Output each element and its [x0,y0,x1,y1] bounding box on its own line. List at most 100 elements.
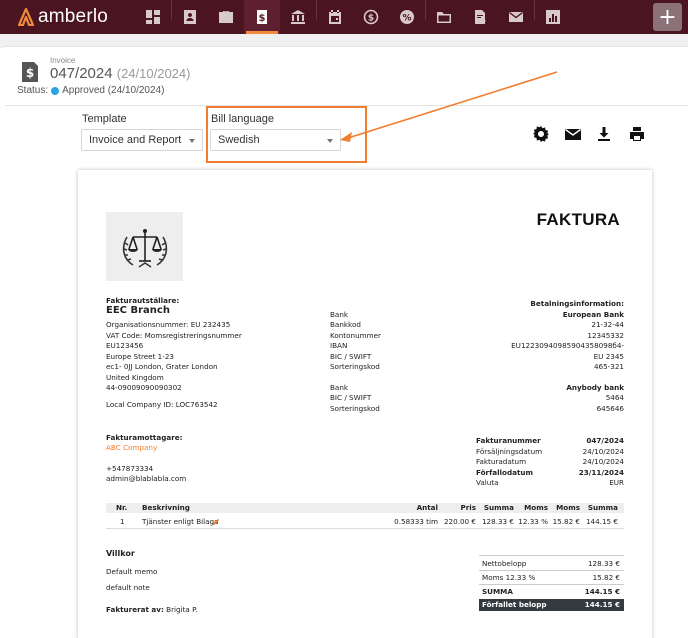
bank-label: Kontonummer [330,331,382,340]
seller-line: Local Company ID: LOC763542 [106,400,218,409]
folder-icon [437,12,451,23]
edit-pencil-icon[interactable] [212,518,220,526]
seller-line: Europe Street 1-23 [106,352,174,361]
table-cell-quantity: 0.58333 tim [394,517,438,526]
payment-value: 465-321 [593,362,624,371]
table-header-cell: Summa [587,503,618,512]
download-button[interactable] [595,125,613,143]
table-cell-sum: 128.33 € [481,517,514,526]
totals-divider [479,570,624,571]
status-label: Status: [17,85,49,96]
info-value: 24/10/2024 [582,447,624,456]
template-select[interactable]: Invoice and Report [81,129,203,151]
chevron-down-icon [189,139,195,143]
seller-line: ec1- 0JJ London, Grater London [106,362,218,371]
nav-invoices[interactable]: $ [244,0,280,34]
document-settings-icon [475,10,486,24]
nav-reports[interactable] [535,0,571,34]
info-label: Fakturanummer [476,436,541,445]
nav-bank[interactable] [280,0,316,34]
status-value: Approved (24/10/2024) [62,85,165,96]
nav-dashboard[interactable] [135,0,171,34]
info-value: EUR [609,478,624,487]
recipient-email: admin@blablabla.com [106,474,187,483]
nav-expenses[interactable]: % [389,0,425,34]
settings-button[interactable] [532,125,550,143]
table-cell-description: Tjänster enligt Bilaga [142,517,219,526]
nav-time[interactable]: $ [353,0,389,34]
email-button[interactable] [564,125,582,143]
bank-icon [291,10,305,24]
seller-line: VAT Code: Momsregistreringsnummer [106,331,242,340]
total-label: SUMMA [482,587,513,596]
info-value: 23/11/2024 [578,468,624,477]
table-cell-nr: 1 [120,517,125,526]
nav-documents[interactable] [426,0,462,34]
info-value: 047/2024 [586,436,624,445]
nav-matters[interactable] [208,0,244,34]
invoiced-by: Fakturerat av: Brigita P. [106,605,198,615]
bank-label: Bankkod [330,320,361,329]
amberlo-logo-icon [18,8,34,26]
bank-label: BIC / SWIFT [330,393,372,402]
table-header-cell: Beskrivning [142,503,190,512]
table-header-cell: Antal [416,503,438,512]
info-label: Försäljningsdatum [476,447,543,456]
bank-label: IBAN [330,341,348,350]
payment-value: 5464 [605,393,624,402]
svg-text:$: $ [26,66,34,80]
total-value: 128.33 € [587,559,620,568]
scales-of-justice-icon [122,228,167,268]
total-label: Nettobelopp [482,559,527,568]
info-label: Fakturadatum [476,457,527,466]
total-label: Moms 12.33 % [482,573,536,582]
print-button[interactable] [628,125,646,143]
payment-value: EU12230940985904358098б4- [511,341,624,350]
invoice-header: $ Invoice 047/2024 (24/10/2024) Status: … [5,46,688,106]
logo-text: amberlo [38,6,109,27]
nav-mail[interactable] [498,0,534,34]
seller-name: EEC Branch [106,305,170,316]
print-icon [630,127,644,141]
svg-text:$: $ [368,14,374,24]
table-cell-vat: 15.82 € [552,517,580,526]
payment-bank-name: Anybody bank [566,383,624,392]
seller-line: 44-09009090090302 [106,383,182,392]
bank-label: Sorteringskod [330,404,380,413]
template-label: Template [82,113,127,125]
amount-due-value: 144.15 € [584,600,620,609]
invoice-icon: $ [257,10,267,24]
table-cell-price: 220.00 € [443,517,476,526]
seller-line: United Kingdom [106,373,164,382]
mail-icon [509,11,523,22]
add-new-button[interactable]: + [653,3,682,31]
invoice-status: Status: Approved (24/10/2024) [17,85,164,96]
payment-value: 12345332 [587,331,624,340]
recipient-phone: +547873334 [106,464,154,473]
invoice-date: (24/10/2024) [116,66,191,81]
payment-value: 21-32-44 [591,320,624,329]
nav-templates[interactable] [462,0,498,34]
svg-text:%: % [402,14,411,24]
table-cell-total: 144.15 € [585,517,618,526]
totals-divider [479,555,624,556]
bank-label: Sorteringskod [330,362,380,371]
invoice-doc-icon: $ [22,62,38,82]
invoice-preview-page: FAKTURA Fakturautställare: EEC Branch Or… [78,170,652,638]
top-navigation-bar: amberlo $ $ % + [0,0,688,34]
table-cell-vat-percent: 12.33 % [518,517,548,526]
seller-line: EU123456 [106,341,144,350]
recipient-company-link[interactable]: ABC Company [106,443,157,453]
nav-contacts[interactable] [172,0,208,34]
amount-due-label: Förfallet belopp [482,600,547,609]
table-header-cell: Summa [483,503,514,512]
svg-text:$: $ [259,13,266,24]
payment-bank-name: European Bank [562,310,624,319]
nav-calendar[interactable] [317,0,353,34]
invoiced-by-name: Brigita P. [166,605,198,614]
recipient-heading: Fakturamottagare: [106,433,183,442]
app-logo[interactable]: amberlo [0,0,135,34]
bank-label: Bank [330,383,349,392]
template-value: Invoice and Report [89,134,182,146]
contacts-icon [184,10,196,24]
